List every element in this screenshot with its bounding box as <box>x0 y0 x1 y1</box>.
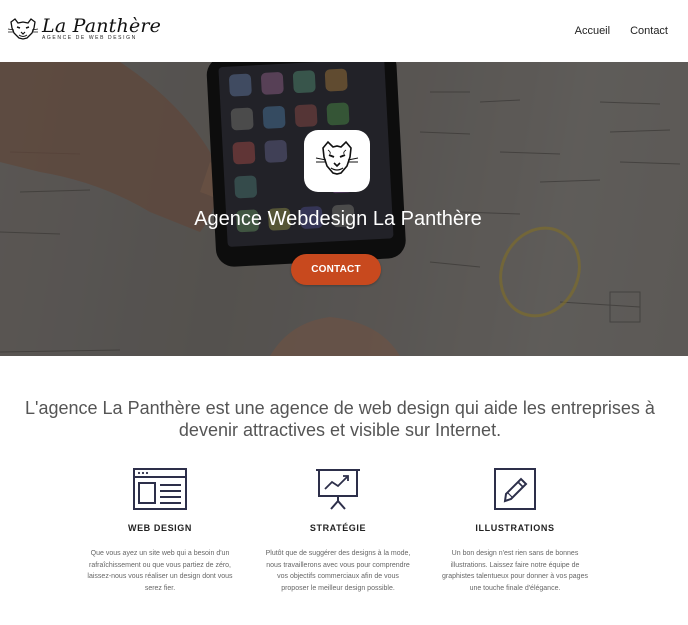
pencil-icon <box>494 468 536 510</box>
brand-logo[interactable]: La Panthère Agence de web design <box>6 16 161 42</box>
hero-banner: Agence Webdesign La Panthère CONTACT <box>0 62 688 356</box>
service-description: Un bon design n'est rien sans de bonnes … <box>442 550 588 592</box>
service-title: STRATÉGIE <box>309 523 367 533</box>
service-strategie: STRATÉGIE Plutôt que de suggérer des des… <box>263 467 413 594</box>
contact-button[interactable]: CONTACT <box>291 254 381 285</box>
panther-head-icon <box>315 140 359 175</box>
browser-window-icon <box>133 468 187 510</box>
nav-item-accueil[interactable]: Accueil <box>575 25 610 37</box>
service-illustrations: ILLUSTRATIONS Un bon design n'est rien s… <box>440 467 590 594</box>
service-title: ILLUSTRATIONS <box>475 523 555 533</box>
service-web-design: WEB DESIGN Que vous ayez un site web qui… <box>85 467 235 594</box>
hero-logo-badge <box>304 130 370 192</box>
site-header: La Panthère Agence de web design Accueil… <box>0 0 688 62</box>
main-nav: Accueil Contact <box>575 25 668 37</box>
intro-text: L'agence La Panthère est une agence de w… <box>25 398 655 440</box>
panther-logo-icon <box>7 18 39 40</box>
service-description: Plutôt que de suggérer des designs à la … <box>265 550 411 592</box>
hero-title: Agence Webdesign La Panthère <box>194 208 482 230</box>
service-title: WEB DESIGN <box>127 523 192 533</box>
presentation-chart-icon <box>316 469 360 510</box>
nav-item-contact[interactable]: Contact <box>630 25 668 37</box>
brand-name: La Panthère <box>42 15 162 37</box>
service-description: Que vous ayez un site web qui a besoin d… <box>87 550 233 592</box>
